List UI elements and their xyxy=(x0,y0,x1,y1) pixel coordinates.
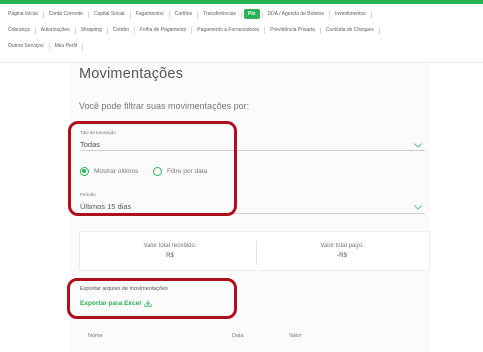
nav-item-pagamento-a-fornecedores[interactable]: Pagamento a Fornecedores xyxy=(194,26,262,34)
nav-item-previdencia-privada[interactable]: Previdência Privada xyxy=(267,26,317,34)
export-highlight-box xyxy=(67,278,237,319)
nav-item-credito[interactable]: Crédito xyxy=(110,26,132,34)
nav-item-shopping[interactable]: Shopping xyxy=(78,26,105,34)
total-received-value: R$ xyxy=(166,253,174,259)
filters-highlight-box xyxy=(68,121,237,216)
page-subtitle: Você pode filtrar suas movimentações por… xyxy=(79,101,250,111)
nav-item-pagina-inicial[interactable]: Página Inicial xyxy=(5,10,41,18)
column-header-nome: Nome xyxy=(88,333,103,339)
nav-row-3: Outros Serviços Meu Perfil xyxy=(5,42,85,50)
chevron-down-icon[interactable] xyxy=(414,205,422,210)
nav-item-pix[interactable]: Pix xyxy=(244,9,260,19)
totals-card xyxy=(79,231,430,271)
total-received-label: Valor total recebido: xyxy=(143,243,197,249)
nav-item-transferencias[interactable]: Transferências xyxy=(200,10,239,18)
nav-item-cartoes[interactable]: Cartões xyxy=(172,10,196,18)
nav-item-pagamentos[interactable]: Pagamentos xyxy=(133,10,167,18)
nav-item-folha-de-pagamento[interactable]: Folha de Pagamento xyxy=(137,26,189,34)
column-header-valor: Valor xyxy=(289,333,302,339)
totals-divider xyxy=(256,241,257,265)
total-paid-label: Valor total pago: xyxy=(320,243,364,249)
nav-item-outros-servicos[interactable]: Outros Serviços xyxy=(5,42,47,50)
nav-row-2: Cobrança Autorizações Shopping Crédito F… xyxy=(5,26,382,34)
brand-top-bar xyxy=(0,0,483,4)
total-paid-value: -R$ xyxy=(337,253,347,259)
chevron-down-icon[interactable] xyxy=(414,143,422,148)
nav-item-custodia-de-cheques[interactable]: Custódia de Cheques xyxy=(323,26,377,34)
nav-item-autorizacoes[interactable]: Autorizações xyxy=(38,26,73,34)
nav-item-meu-perfil[interactable]: Meu Perfil xyxy=(52,42,81,50)
main-navigation: Página Inicial Conta Corrente Capital So… xyxy=(0,6,483,62)
page-title: Movimentações xyxy=(79,66,184,82)
nav-item-dda[interactable]: DDA / Agenda de Boletos xyxy=(265,10,327,18)
nav-item-conta-corrente[interactable]: Conta Corrente xyxy=(46,10,86,18)
nav-item-capital-social[interactable]: Capital Social xyxy=(91,10,128,18)
nav-item-investimentos[interactable]: Investimentos xyxy=(332,10,369,18)
nav-row-1: Página Inicial Conta Corrente Capital So… xyxy=(5,9,374,19)
nav-item-cobranca[interactable]: Cobrança xyxy=(5,26,33,34)
column-header-data: Data xyxy=(232,333,244,339)
